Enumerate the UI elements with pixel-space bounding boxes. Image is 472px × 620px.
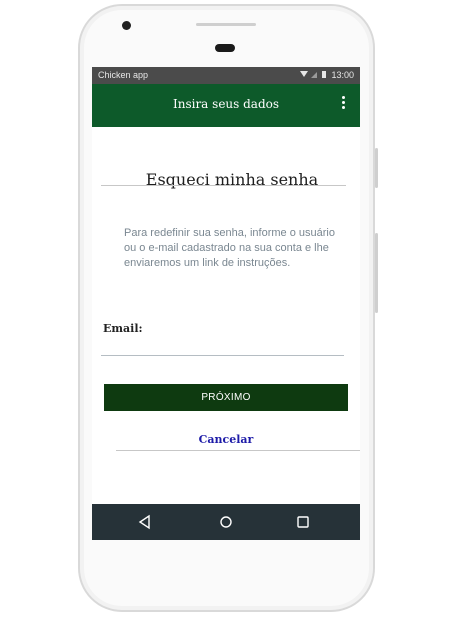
phone-screen: Chicken app 13:00 Insira seus dados Esqu… — [92, 67, 360, 540]
status-app-name: Chicken app — [98, 70, 149, 80]
email-field[interactable] — [101, 335, 344, 356]
page-title: Esqueci minha senha — [145, 170, 319, 189]
title-divider — [101, 185, 346, 186]
cancel-link[interactable]: Cancelar — [92, 433, 360, 446]
status-bar: Chicken app 13:00 — [92, 67, 360, 84]
home-circle-icon[interactable] — [218, 514, 234, 530]
system-nav-bar — [92, 504, 360, 540]
next-button[interactable]: PRÓXIMO — [104, 384, 348, 411]
email-label: Email: — [103, 322, 143, 335]
volume-button — [375, 148, 378, 188]
instructions-text: Para redefinir sua senha, informe o usuá… — [124, 227, 335, 269]
cancel-divider — [116, 450, 360, 451]
status-time: 13:00 — [331, 70, 354, 80]
recent-square-icon[interactable] — [295, 514, 311, 530]
front-camera — [122, 21, 131, 30]
back-triangle-icon[interactable] — [137, 514, 153, 530]
speaker-grille — [196, 23, 256, 26]
earpiece — [215, 44, 235, 52]
power-button — [375, 233, 378, 313]
status-indicators: 13:00 — [299, 70, 354, 80]
more-vert-icon[interactable] — [340, 96, 346, 112]
signal-battery-icon — [299, 71, 326, 78]
app-bar: Insira seus dados — [92, 84, 360, 127]
app-bar-title: Insira seus dados — [172, 97, 280, 111]
